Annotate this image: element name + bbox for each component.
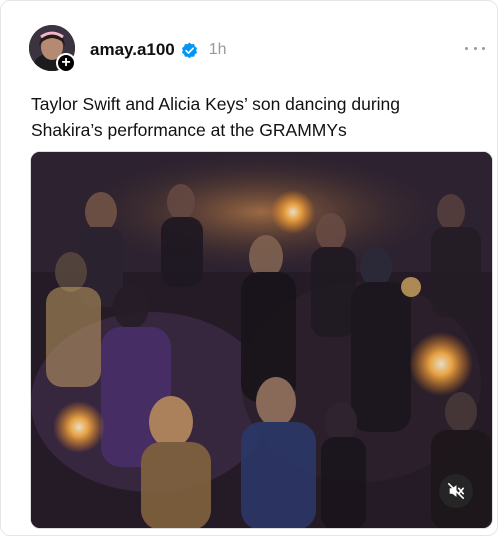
follow-plus-button[interactable]: +	[56, 53, 76, 73]
ellipsis-icon-dot	[482, 46, 485, 50]
speaker-muted-icon	[447, 482, 465, 500]
ellipsis-icon-dot	[473, 46, 477, 50]
more-options-button[interactable]	[465, 41, 485, 55]
username[interactable]: amay.a100	[90, 40, 175, 60]
post-caption: Taylor Swift and Alicia Keys’ son dancin…	[31, 94, 400, 140]
verified-badge-icon	[181, 42, 197, 58]
post-card: + amay.a100 1h Taylor Swift and Alicia K…	[0, 0, 498, 536]
mute-toggle-button[interactable]	[439, 474, 473, 508]
video-frame	[31, 152, 492, 528]
post-header: amay.a100 1h	[90, 39, 227, 61]
ellipsis-icon	[465, 46, 468, 50]
post-video[interactable]	[30, 151, 493, 529]
post-time: 1h	[208, 41, 227, 58]
